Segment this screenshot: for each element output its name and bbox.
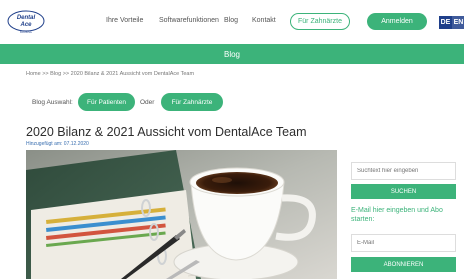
email-input[interactable] [351, 234, 456, 252]
nav-kontakt[interactable]: Kontakt [252, 17, 276, 24]
logo-line3: BOOKING [20, 31, 32, 34]
for-dentists-button[interactable]: Für Zahnärzte [290, 13, 350, 30]
subscribe-button-label: ABONNIEREN [383, 261, 424, 268]
breadcrumb-sep: >> [61, 71, 71, 77]
site-header: Dental Ace BOOKING Ihre Vorteile Softwar… [0, 0, 464, 44]
subscribe-button[interactable]: ABONNIEREN [351, 257, 456, 272]
logo-line2: Ace [19, 22, 32, 28]
breadcrumb-blog[interactable]: Blog [50, 71, 61, 77]
post-date: Hinzugefügt am: 07.12.2020 [26, 141, 89, 147]
breadcrumb: Home >> Blog >> 2020 Bilanz & 2021 Aussi… [26, 71, 194, 77]
banner-title: Blog [223, 49, 240, 59]
search-button-label: SUCHEN [390, 188, 417, 195]
nav-softwarefunktionen[interactable]: Softwarefunktionen [159, 17, 219, 24]
post-title: 2020 Bilanz & 2021 Aussicht vom DentalAc… [26, 125, 307, 139]
logo-line1: Dental [17, 15, 36, 21]
breadcrumb-home[interactable]: Home [26, 71, 41, 77]
breadcrumb-sep: >> [40, 71, 51, 77]
login-label: Anmelden [381, 18, 413, 25]
blog-filter-label: Blog Auswahl: [32, 99, 73, 106]
breadcrumb-current: 2020 Bilanz & 2021 Aussicht vom DentalAc… [70, 71, 195, 77]
filter-or-label: Oder [140, 99, 155, 106]
nav-ihre-vorteile[interactable]: Ihre Vorteile [106, 17, 143, 24]
page-banner: Blog [0, 44, 464, 64]
search-button[interactable]: SUCHEN [351, 184, 456, 199]
filter-dentists-label: Für Zahnärzte [171, 98, 213, 106]
filter-patients-button[interactable]: Für Patienten [78, 93, 135, 111]
nav-blog[interactable]: Blog [224, 17, 238, 24]
search-input[interactable] [351, 162, 456, 180]
lang-en-button[interactable]: EN [452, 16, 464, 29]
dentalace-logo[interactable]: Dental Ace BOOKING [6, 9, 46, 35]
filter-patients-label: Für Patienten [86, 98, 127, 106]
filter-dentists-button[interactable]: Für Zahnärzte [161, 93, 223, 111]
for-dentists-label: Für Zahnärzte [298, 18, 342, 25]
lang-de-button[interactable]: DE [439, 16, 452, 29]
login-button[interactable]: Anmelden [367, 13, 427, 30]
post-hero-image [26, 150, 337, 279]
newsletter-text: E-Mail hier eingeben und Abo starten: [351, 207, 443, 223]
